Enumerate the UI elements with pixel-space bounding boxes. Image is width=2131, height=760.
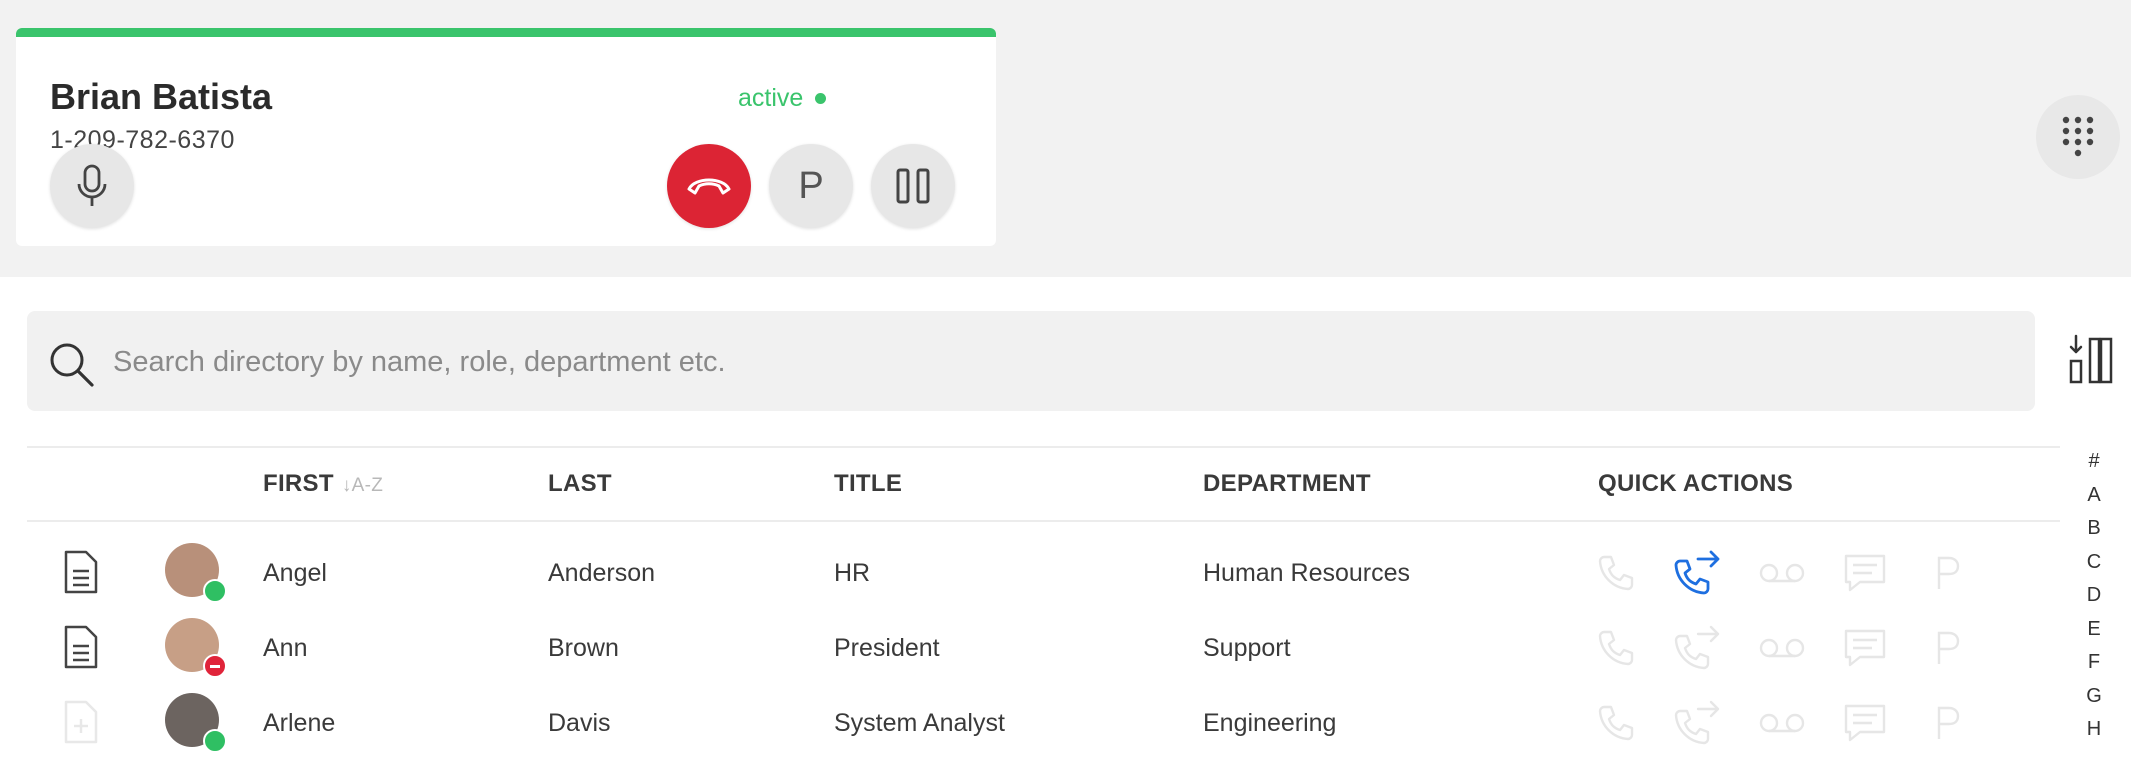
search-input[interactable] — [111, 336, 1995, 388]
park-icon — [1937, 556, 1960, 589]
park-call-button[interactable] — [1919, 545, 1975, 601]
alpha-index-e[interactable]: E — [2074, 618, 2114, 652]
chat-icon — [1844, 704, 1886, 742]
park-icon — [1937, 631, 1960, 664]
phone-icon — [1598, 705, 1634, 741]
call-button[interactable] — [1588, 695, 1644, 751]
alpha-index-d[interactable]: D — [2074, 584, 2114, 618]
alpha-index-f[interactable]: F — [2074, 651, 2114, 685]
call-button[interactable] — [1588, 545, 1644, 601]
call-transfer-icon — [1674, 625, 1720, 670]
status-dot-icon — [815, 93, 827, 104]
avatar — [165, 693, 227, 753]
call-transfer-icon — [1674, 700, 1720, 745]
document-icon[interactable] — [63, 624, 99, 670]
park-button[interactable]: P — [769, 144, 853, 228]
voicemail-button[interactable] — [1754, 620, 1810, 676]
call-transfer-icon — [1674, 550, 1720, 595]
caller-name: Brian Batista — [50, 76, 273, 117]
table-row[interactable]: Angel Anderson HR Human Resources — [27, 535, 2060, 610]
avatar — [165, 618, 227, 678]
column-header-first-label: FIRST — [263, 470, 334, 497]
phone-icon — [1598, 555, 1634, 591]
pause-icon — [896, 168, 930, 204]
call-status: active — [738, 84, 827, 113]
cell-first: Ann — [263, 634, 308, 662]
alphabet-index: # A B C D E F G H — [2074, 450, 2114, 752]
dialpad-button[interactable] — [2036, 95, 2120, 179]
hangup-icon — [687, 178, 731, 195]
column-header-department[interactable]: DEPARTMENT — [1203, 470, 1371, 498]
cell-last: Brown — [548, 634, 619, 662]
column-header-last[interactable]: LAST — [548, 470, 612, 498]
park-label: P — [798, 164, 824, 207]
search-icon — [50, 343, 94, 387]
presence-available-icon — [203, 729, 227, 753]
mute-button[interactable] — [50, 144, 134, 228]
cell-title: System Analyst — [834, 709, 1005, 737]
transfer-call-button[interactable] — [1670, 545, 1726, 601]
column-header-title[interactable]: TITLE — [834, 470, 902, 498]
voicemail-icon — [1759, 713, 1805, 733]
presence-busy-icon — [203, 654, 227, 678]
column-header-first[interactable]: FIRST ↓A-Z — [263, 470, 383, 498]
phone-icon — [1598, 630, 1634, 666]
table-row[interactable]: Ann Brown President Support — [27, 610, 2060, 685]
chat-button[interactable] — [1837, 620, 1893, 676]
alpha-index-b[interactable]: B — [2074, 517, 2114, 551]
cell-department: Human Resources — [1203, 559, 1411, 587]
call-button[interactable] — [1588, 620, 1644, 676]
cell-title: HR — [834, 559, 871, 587]
hold-button[interactable] — [871, 144, 955, 228]
alpha-index-hash[interactable]: # — [2074, 450, 2114, 484]
transfer-call-button[interactable] — [1670, 695, 1726, 751]
park-call-button[interactable] — [1919, 620, 1975, 676]
voicemail-icon — [1759, 638, 1805, 658]
cell-first: Arlene — [263, 709, 336, 737]
cell-title: President — [834, 634, 940, 662]
chat-icon — [1844, 554, 1886, 592]
hangup-button[interactable] — [667, 144, 751, 228]
add-document-icon[interactable] — [63, 699, 99, 745]
call-status-label: active — [738, 84, 804, 112]
dialpad-icon — [2062, 116, 2094, 157]
presence-available-icon — [203, 579, 227, 603]
column-layout-icon — [2069, 334, 2113, 384]
park-icon — [1937, 706, 1960, 739]
alpha-index-h[interactable]: H — [2074, 718, 2114, 752]
active-call-card: Brian Batista 1-209-782-6370 active P — [16, 28, 996, 246]
call-status-bar — [16, 28, 996, 37]
chat-button[interactable] — [1837, 545, 1893, 601]
sort-down-arrow-icon: ↓ — [341, 475, 352, 496]
voicemail-button[interactable] — [1754, 695, 1810, 751]
avatar — [165, 543, 227, 603]
cell-department: Engineering — [1203, 709, 1337, 737]
cell-first: Angel — [263, 559, 327, 587]
microphone-icon — [77, 164, 107, 206]
voicemail-icon — [1759, 563, 1805, 583]
directory-search — [27, 311, 2035, 411]
column-toggle-button[interactable] — [2068, 334, 2114, 391]
cell-last: Anderson — [548, 559, 656, 587]
voicemail-button[interactable] — [1754, 545, 1810, 601]
chat-icon — [1844, 629, 1886, 667]
column-header-quick-actions: QUICK ACTIONS — [1598, 470, 1794, 497]
sort-hint-label: A-Z — [351, 475, 384, 496]
document-icon[interactable] — [63, 549, 99, 595]
sort-hint: ↓A-Z — [342, 475, 383, 496]
table-divider — [27, 446, 2060, 448]
alpha-index-g[interactable]: G — [2074, 685, 2114, 719]
cell-last: Davis — [548, 709, 611, 737]
alpha-index-a[interactable]: A — [2074, 484, 2114, 518]
table-row[interactable]: Arlene Davis System Analyst Engineering — [27, 685, 2060, 760]
alpha-index-c[interactable]: C — [2074, 551, 2114, 585]
table-divider — [27, 520, 2060, 522]
park-call-button[interactable] — [1919, 695, 1975, 751]
chat-button[interactable] — [1837, 695, 1893, 751]
transfer-call-button[interactable] — [1670, 620, 1726, 676]
cell-department: Support — [1203, 634, 1291, 662]
